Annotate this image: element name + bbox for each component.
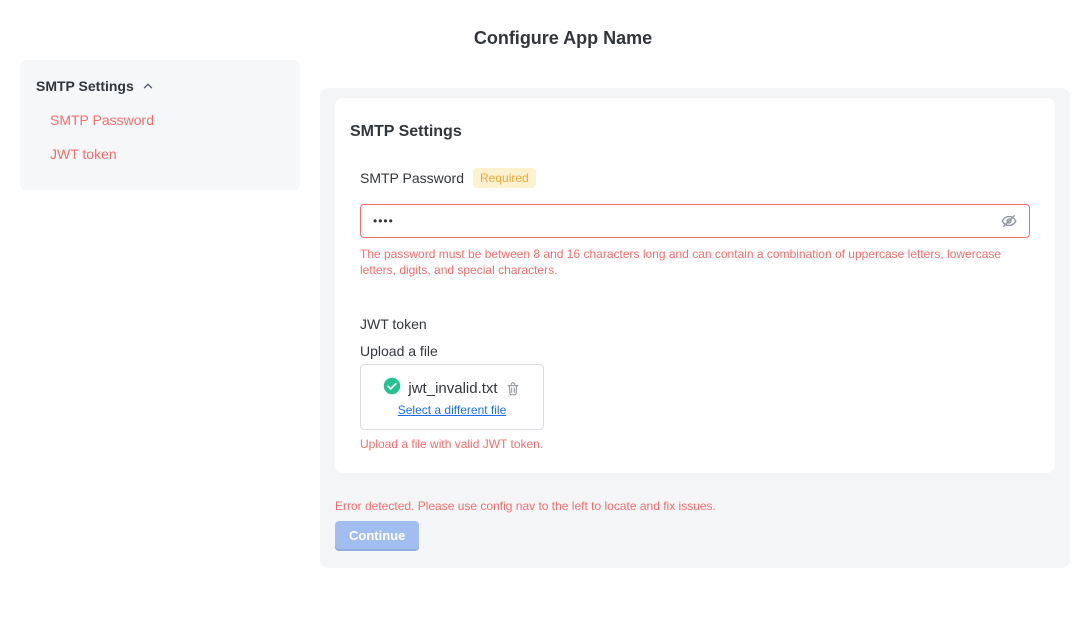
chevron-up-icon (141, 79, 155, 93)
eye-off-icon[interactable] (1000, 212, 1018, 230)
config-nav: SMTP Settings SMTP Password JWT token (20, 60, 300, 190)
required-badge: Required (473, 168, 536, 188)
uploaded-file-row: jwt_invalid.txt (383, 377, 520, 400)
password-input-wrap (360, 204, 1030, 238)
smtp-password-input[interactable] (360, 204, 1030, 238)
jwt-error-text: Upload a file with valid JWT token. (360, 436, 1030, 452)
file-upload-box: jwt_invalid.txt Select a different fi (360, 364, 544, 430)
trash-icon[interactable] (505, 380, 521, 398)
check-circle-icon (383, 377, 401, 400)
card-heading: SMTP Settings (350, 122, 1040, 142)
sidebar-item-jwt-token[interactable]: JWT token (50, 147, 284, 161)
smtp-form: SMTP Password Required The password must… (360, 168, 1030, 452)
jwt-token-label: JWT token (360, 314, 1030, 334)
password-label-row: SMTP Password Required (360, 168, 1030, 188)
upload-file-label: Upload a file (360, 341, 1030, 361)
sidebar-item-smtp-password[interactable]: SMTP Password (50, 113, 284, 127)
smtp-password-label: SMTP Password (360, 170, 464, 186)
select-different-file-link[interactable]: Select a different file (398, 403, 507, 417)
sidebar-section-smtp-settings[interactable]: SMTP Settings (36, 79, 284, 93)
smtp-settings-card: SMTP Settings SMTP Password Required The… (335, 98, 1055, 473)
form-error-text: Error detected. Please use config nav to… (335, 498, 1070, 514)
uploaded-file-name: jwt_invalid.txt (408, 380, 497, 397)
sidebar-section-label: SMTP Settings (36, 79, 134, 93)
config-panel: SMTP Settings SMTP Password Required The… (320, 88, 1070, 568)
password-helper-text: The password must be between 8 and 16 ch… (360, 246, 1015, 278)
page-title: Configure App Name (0, 28, 1088, 49)
continue-button[interactable]: Continue (335, 521, 419, 549)
